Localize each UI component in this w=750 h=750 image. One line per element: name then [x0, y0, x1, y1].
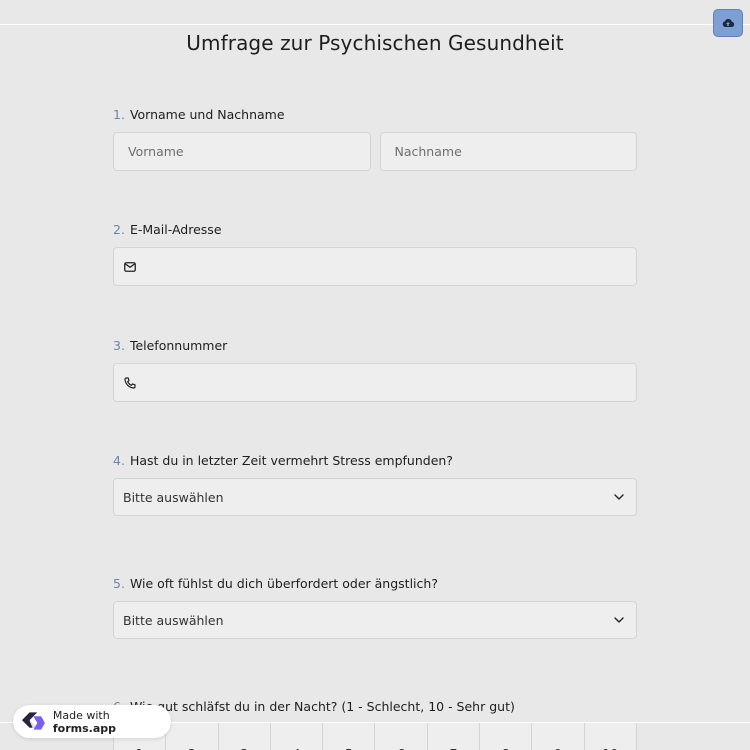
question-email: 2. E-Mail-Adresse — [113, 221, 637, 286]
question-label: 1. Vorname und Nachname — [113, 106, 637, 122]
last-name-input[interactable]: Nachname — [379, 132, 637, 171]
sleep-rating-scale: 1 2 3 4 5 6 7 8 9 10 — [113, 722, 637, 750]
badge-label: Made with forms.app — [53, 709, 171, 735]
question-text: Wie oft fühlst du dich überfordert oder … — [129, 575, 438, 591]
email-input[interactable] — [113, 247, 637, 286]
scale-option[interactable]: 10 — [583, 722, 637, 750]
question-number: 3. — [113, 337, 125, 353]
question-number: 1. — [113, 106, 125, 122]
scale-option[interactable]: 3 — [217, 722, 270, 750]
question-text: Telefonnummer — [129, 337, 228, 353]
question-text: Wie gut schläfst du in der Nacht? (1 - S… — [129, 698, 515, 714]
question-label: 3. Telefonnummer — [113, 337, 637, 353]
question-text: Hast du in letzter Zeit vermehrt Stress … — [129, 452, 453, 468]
first-name-input[interactable]: Vorname — [113, 132, 371, 171]
question-name: 1. Vorname und Nachname Vorname Nachname — [113, 106, 637, 171]
scale-option[interactable]: 7 — [426, 722, 480, 750]
header-divider — [0, 24, 750, 25]
question-anxiety: 5. Wie oft fühlst du dich überfordert od… — [113, 575, 637, 639]
question-number: 4. — [113, 452, 125, 468]
page-title: Umfrage zur Psychischen Gesundheit — [186, 31, 564, 55]
forms-app-logo-icon — [21, 711, 45, 730]
question-sleep: 6. Wie gut schläfst du in der Nacht? (1 … — [113, 698, 637, 750]
anxiety-select[interactable]: Bitte auswählen — [113, 601, 637, 639]
badge-prefix: Made with — [52, 708, 110, 722]
scale-option[interactable]: 8 — [479, 722, 532, 750]
select-value: Bitte auswählen — [123, 612, 224, 628]
question-label: 2. E-Mail-Adresse — [113, 221, 637, 237]
phone-icon — [124, 376, 136, 389]
scale-option[interactable]: 6 — [374, 722, 427, 750]
badge-brand: forms.app — [52, 721, 117, 735]
phone-input[interactable] — [113, 363, 637, 402]
cloud-upload-icon — [722, 19, 734, 28]
chevron-down-icon — [614, 494, 624, 500]
scale-option[interactable]: 2 — [165, 722, 218, 750]
made-with-badge[interactable]: Made with forms.app — [13, 705, 171, 738]
question-label: 4. Hast du in letzter Zeit vermehrt Stre… — [113, 452, 637, 468]
scale-option[interactable]: 5 — [322, 722, 375, 750]
chevron-down-icon — [614, 617, 624, 623]
question-label: 5. Wie oft fühlst du dich überfordert od… — [113, 575, 637, 591]
question-label: 6. Wie gut schläfst du in der Nacht? (1 … — [113, 698, 637, 714]
question-phone: 3. Telefonnummer — [113, 337, 637, 402]
scale-option[interactable]: 9 — [531, 722, 584, 750]
scale-option[interactable]: 4 — [269, 722, 323, 750]
question-text: Vorname und Nachname — [129, 106, 285, 122]
question-number: 5. — [113, 575, 125, 591]
question-number: 2. — [113, 221, 125, 237]
stress-select[interactable]: Bitte auswählen — [113, 478, 637, 516]
envelope-icon — [124, 261, 136, 272]
question-stress: 4. Hast du in letzter Zeit vermehrt Stre… — [113, 452, 637, 516]
select-value: Bitte auswählen — [123, 489, 224, 505]
question-text: E-Mail-Adresse — [129, 221, 222, 237]
